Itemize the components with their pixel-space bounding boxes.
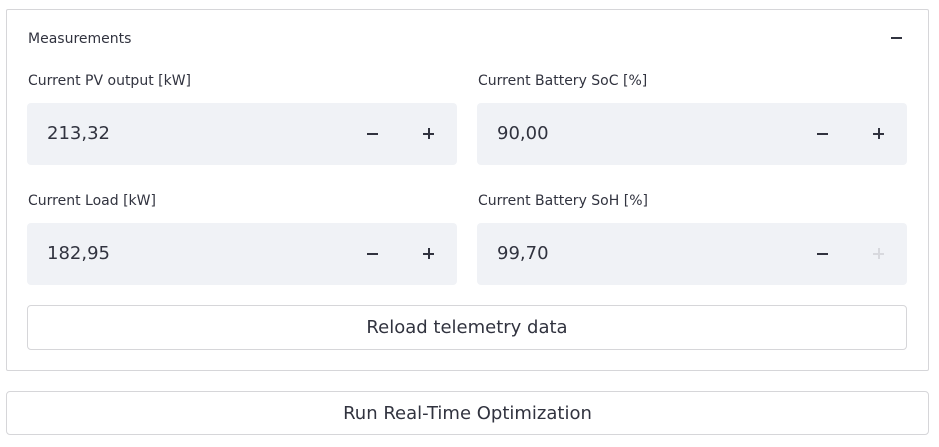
load-value[interactable]: 182,95 bbox=[47, 242, 110, 266]
battery-soc-increment-button[interactable] bbox=[859, 114, 899, 154]
pv-output-value[interactable]: 213,32 bbox=[47, 122, 110, 146]
battery-soc-decrement-button[interactable] bbox=[803, 114, 843, 154]
minus-icon bbox=[817, 133, 828, 135]
battery-soh-decrement-button[interactable] bbox=[803, 234, 843, 274]
battery-soh-increment-button bbox=[859, 234, 899, 274]
measurements-expander: Measurements Current PV output [kW] 213,… bbox=[6, 9, 929, 371]
battery-soh-value[interactable]: 99,70 bbox=[497, 242, 549, 266]
expander-title: Measurements bbox=[28, 31, 132, 47]
measurements-expander-header[interactable]: Measurements bbox=[7, 10, 928, 66]
reload-telemetry-button[interactable]: Reload telemetry data bbox=[27, 305, 907, 350]
run-optimization-button[interactable]: Run Real-Time Optimization bbox=[6, 391, 929, 435]
battery-soc-label: Current Battery SoC [%] bbox=[478, 73, 648, 89]
pv-output-increment-button[interactable] bbox=[409, 114, 449, 154]
battery-soc-value[interactable]: 90,00 bbox=[497, 122, 549, 146]
collapse-minus-icon[interactable] bbox=[891, 37, 902, 39]
minus-icon bbox=[817, 253, 828, 255]
pv-output-input[interactable]: 213,32 bbox=[27, 103, 457, 165]
minus-icon bbox=[367, 253, 378, 255]
load-label: Current Load [kW] bbox=[28, 193, 156, 209]
pv-output-decrement-button[interactable] bbox=[353, 114, 393, 154]
battery-soc-input[interactable]: 90,00 bbox=[477, 103, 907, 165]
battery-soh-label: Current Battery SoH [%] bbox=[478, 193, 648, 209]
minus-icon bbox=[367, 133, 378, 135]
load-decrement-button[interactable] bbox=[353, 234, 393, 274]
battery-soh-input[interactable]: 99,70 bbox=[477, 223, 907, 285]
load-input[interactable]: 182,95 bbox=[27, 223, 457, 285]
load-increment-button[interactable] bbox=[409, 234, 449, 274]
pv-output-label: Current PV output [kW] bbox=[28, 73, 192, 89]
